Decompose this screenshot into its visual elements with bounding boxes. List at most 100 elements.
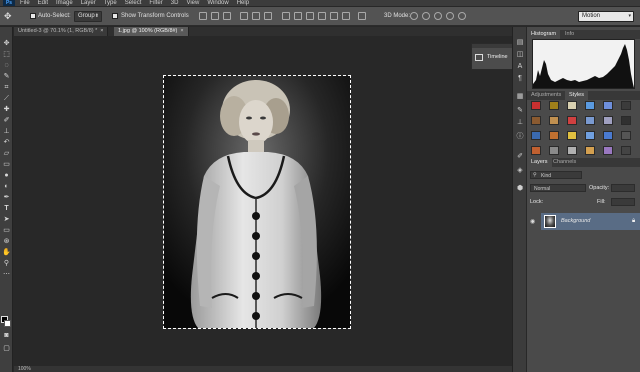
fill-field[interactable] [611,198,635,206]
character-panel-icon[interactable]: A [516,63,524,71]
clone-source-panel-icon[interactable]: ⊥ [516,119,524,127]
style-swatch[interactable] [621,131,631,140]
style-swatch[interactable] [621,116,631,125]
distribute-left-icon[interactable] [318,12,326,20]
style-swatch[interactable] [603,146,613,155]
3d-tool-icon[interactable]: ⊛ [2,238,11,246]
auto-select-dropdown[interactable]: Group ⬍ [74,11,102,22]
style-swatch[interactable] [585,131,595,140]
style-swatch[interactable] [585,101,595,110]
style-swatch[interactable] [531,131,541,140]
menu-edit[interactable]: Edit [38,0,48,6]
hand-tool-icon[interactable]: ✋ [2,249,11,257]
close-icon[interactable]: × [180,28,183,34]
gradient-tool-icon[interactable]: ▭ [2,161,11,169]
zoom-tool-icon[interactable]: ⚲ [2,260,11,268]
background-color-swatch[interactable] [4,320,11,327]
eraser-tool-icon[interactable]: ▱ [2,150,11,158]
history-panel-icon[interactable]: ▤ [516,39,524,47]
style-swatch[interactable] [531,146,541,155]
tab-adjustments[interactable]: Adjustments [527,91,565,100]
notes-panel-icon[interactable]: ✐ [516,153,524,161]
align-bottom-icon[interactable] [223,12,231,20]
quick-select-tool-icon[interactable]: ✎ [2,73,11,81]
move-tool-preset-icon[interactable]: ✥ [4,11,18,22]
tab-untitled-3[interactable]: Untitled-3 @ 70.1% (1, RGB/8) * × [14,27,109,36]
style-swatch[interactable] [585,116,595,125]
more-tools-icon[interactable]: ⋯ [2,271,11,279]
style-swatch[interactable] [621,146,631,155]
distribute-hcenter-icon[interactable] [330,12,338,20]
quick-mask-icon[interactable]: ◙ [2,332,11,340]
info-panel-icon[interactable]: ⓘ [516,133,524,141]
properties-panel-icon[interactable]: ◫ [516,51,524,59]
rectangle-tool-icon[interactable]: ▭ [2,227,11,235]
3d-scale-icon[interactable] [458,12,466,20]
style-swatch[interactable] [567,101,577,110]
brush-tool-icon[interactable]: ✐ [2,117,11,125]
eyedropper-tool-icon[interactable]: ⟋ [2,95,11,103]
style-swatch[interactable] [585,146,595,155]
menu-filter[interactable]: Filter [149,0,162,6]
measurement-panel-icon[interactable]: ⬢ [516,185,524,193]
align-top-icon[interactable] [199,12,207,20]
style-swatch[interactable] [567,131,577,140]
style-swatch[interactable] [549,116,559,125]
tab-histogram[interactable]: Histogram [527,30,561,39]
lasso-tool-icon[interactable]: ◌ [2,62,11,70]
distribute-top-icon[interactable] [282,12,290,20]
tab-info[interactable]: Info [561,30,578,39]
style-swatch[interactable] [621,101,631,110]
align-left-icon[interactable] [240,12,248,20]
tab-1-jpg[interactable]: 1.jpg @ 100% (RGB/8#) × [114,27,189,36]
3d-slide-icon[interactable] [446,12,454,20]
auto-align-icon[interactable] [358,12,366,20]
swatches-panel-icon[interactable]: ▦ [516,93,524,101]
workspace-switcher[interactable]: Motion ▾ [578,11,634,22]
style-swatch[interactable] [567,146,577,155]
menu-view[interactable]: View [186,0,199,6]
layer-row-background[interactable]: Background 🔒︎ [541,213,640,230]
history-brush-tool-icon[interactable]: ↶ [2,139,11,147]
marquee-tool-icon[interactable]: ⬚ [2,51,11,59]
show-transform-checkbox[interactable] [112,13,118,19]
document-image[interactable] [163,75,351,329]
distribute-vcenter-icon[interactable] [294,12,302,20]
close-icon[interactable]: × [100,28,103,34]
3d-pan-icon[interactable] [434,12,442,20]
style-swatch[interactable] [549,101,559,110]
panel-header[interactable] [472,44,512,48]
brush-panel-icon[interactable]: ✎ [516,107,524,115]
style-swatch[interactable] [567,116,577,125]
menu-layer[interactable]: Layer [81,0,96,6]
dodge-tool-icon[interactable]: ◐ [2,183,11,191]
pen-tool-icon[interactable]: ✒ [2,194,11,202]
screen-mode-icon[interactable]: ▢ [2,345,11,353]
style-swatch[interactable] [549,146,559,155]
visibility-eye-icon[interactable]: ◉ [530,218,535,225]
align-hcenter-icon[interactable] [252,12,260,20]
3d-roll-icon[interactable] [422,12,430,20]
distribute-bottom-icon[interactable] [306,12,314,20]
type-tool-icon[interactable]: T [2,205,11,213]
tab-channels[interactable]: Channels [549,158,580,167]
style-swatch[interactable] [531,116,541,125]
style-swatch[interactable] [549,131,559,140]
timeline-panel-collapsed[interactable]: Timeline [471,43,513,70]
menu-file[interactable]: File [20,0,30,6]
move-tool-icon[interactable]: ✥ [2,40,11,48]
3d-rotate-icon[interactable] [410,12,418,20]
opacity-field[interactable] [611,184,635,192]
blur-tool-icon[interactable]: ● [2,172,11,180]
align-vcenter-icon[interactable] [211,12,219,20]
auto-select-checkbox[interactable] [30,13,36,19]
menu-image[interactable]: Image [56,0,73,6]
clone-stamp-tool-icon[interactable]: ⊥ [2,128,11,136]
style-swatch[interactable] [531,101,541,110]
menu-window[interactable]: Window [207,0,228,6]
tab-layers[interactable]: Layers [527,158,552,167]
distribute-right-icon[interactable] [342,12,350,20]
menu-type[interactable]: Type [104,0,117,6]
style-swatch[interactable] [603,116,613,125]
blend-mode-dropdown[interactable]: Normal [530,184,586,192]
